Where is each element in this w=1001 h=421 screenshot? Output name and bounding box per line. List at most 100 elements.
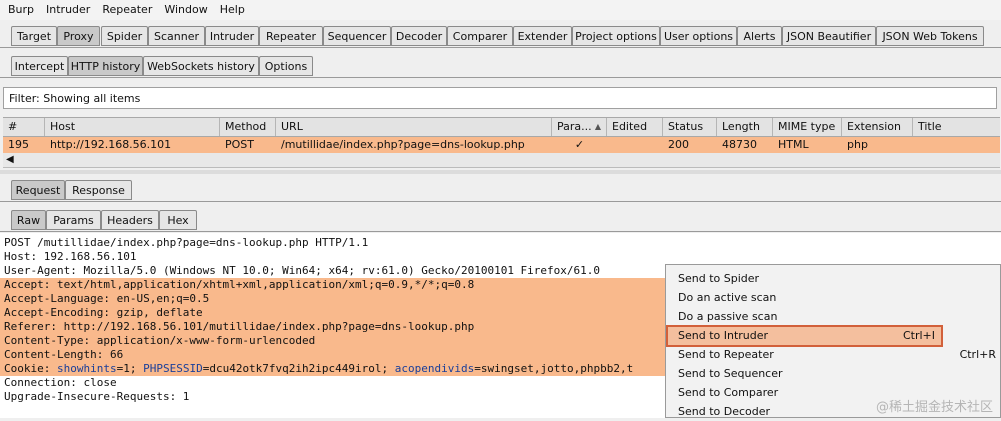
col-extension[interactable]: Extension: [842, 118, 913, 136]
tab-intruder[interactable]: Intruder: [205, 26, 259, 46]
cookie-value: =1;: [116, 362, 144, 375]
menu-help[interactable]: Help: [212, 0, 249, 16]
menu-item-label: Send to Spider: [678, 272, 760, 285]
col-host[interactable]: Host: [45, 118, 220, 136]
tab-options[interactable]: Options: [259, 56, 313, 76]
history-table-header: # Host Method URL Para... ▲ Edited Statu…: [3, 117, 1000, 137]
tab-extender[interactable]: Extender: [513, 26, 572, 46]
request-header: Accept-Language: en-US,en;q=0.5: [4, 292, 210, 305]
tab-json-web-tokens[interactable]: JSON Web Tokens: [876, 26, 984, 46]
tab-spider[interactable]: Spider: [101, 26, 148, 46]
menu-item-shortcut: Ctrl+R: [959, 348, 996, 361]
tab-request[interactable]: Request: [11, 180, 65, 200]
menu-repeater[interactable]: Repeater: [94, 0, 156, 16]
split-pane-divider[interactable]: [0, 170, 1001, 174]
cell-length: 48730: [722, 138, 757, 151]
cell-edited: [607, 137, 663, 153]
cookie-name-acopendivids: acopendivids: [394, 362, 475, 375]
col-title[interactable]: Title: [913, 118, 1000, 136]
menu-burp[interactable]: Burp: [0, 0, 38, 16]
cell-title: [913, 137, 1000, 153]
cookie-header: Cookie: showhints=1; PHPSESSID=dcu42otk7…: [4, 362, 633, 376]
cell-method: POST: [225, 138, 254, 151]
request-header: Host: 192.168.56.101: [4, 250, 137, 263]
tab-decoder[interactable]: Decoder: [391, 26, 447, 46]
menu-intruder[interactable]: Intruder: [38, 0, 94, 16]
message-tab-bar: Request Response: [0, 178, 1001, 203]
cookie-name-phpsessid: PHPSESSID: [143, 362, 203, 375]
cookie-prefix: Cookie:: [4, 362, 57, 375]
col-params[interactable]: Para... ▲: [552, 118, 607, 136]
menu-send-to-intruder[interactable]: Send to Intruder Ctrl+I: [666, 325, 943, 347]
cell-extension: php: [847, 138, 868, 151]
menu-item-label: Send to Sequencer: [678, 367, 783, 380]
menu-item-label: Send to Comparer: [678, 386, 779, 399]
view-tab-bar: Raw Params Headers Hex: [0, 208, 1001, 233]
horizontal-scrollbar[interactable]: ◀: [3, 153, 1000, 168]
filter-text: Filter: Showing all items: [9, 92, 141, 105]
cookie-value: =dcu42otk7fvq2ih2ipc449irol;: [202, 362, 395, 375]
watermark: @稀土掘金技术社区: [876, 400, 994, 415]
cell-host: http://192.168.56.101: [50, 138, 172, 151]
tab-scanner[interactable]: Scanner: [148, 26, 205, 46]
menu-do-passive-scan[interactable]: Do a passive scan: [666, 307, 1001, 326]
menu-item-shortcut: Ctrl+I: [902, 329, 935, 342]
menu-send-to-sequencer[interactable]: Send to Sequencer: [666, 364, 1001, 383]
cookie-value: =swingset,jotto,phpbb2,t: [474, 362, 634, 375]
tab-sequencer[interactable]: Sequencer: [323, 26, 391, 46]
request-line: POST /mutillidae/index.php?page=dns-look…: [4, 236, 369, 249]
tab-hex[interactable]: Hex: [159, 210, 197, 230]
sort-ascending-icon: ▲: [594, 122, 601, 131]
view-tab-border: [0, 231, 1001, 232]
menu-item-label: Do a passive scan: [678, 310, 778, 323]
cell-mime: HTML: [778, 138, 809, 151]
top-tab-bar: Target Proxy Spider Scanner Intruder Rep…: [0, 24, 1001, 49]
col-status[interactable]: Status: [663, 118, 717, 136]
tab-project-options[interactable]: Project options: [572, 26, 660, 46]
request-header: Upgrade-Insecure-Requests: 1: [4, 390, 190, 403]
filter-bar[interactable]: Filter: Showing all items: [3, 87, 997, 109]
tab-comparer[interactable]: Comparer: [447, 26, 513, 46]
col-params-label: Para...: [557, 120, 592, 133]
tab-http-history[interactable]: HTTP history: [68, 56, 143, 76]
cell-params-checkmark-icon: ✓: [574, 138, 585, 151]
menu-item-label: Do an active scan: [678, 291, 777, 304]
menu-window[interactable]: Window: [156, 0, 211, 16]
scroll-left-icon[interactable]: ◀: [6, 154, 14, 165]
menu-send-to-spider[interactable]: Send to Spider: [666, 269, 1001, 288]
request-header: Accept: text/html,application/xhtml+xml,…: [4, 278, 475, 291]
table-row[interactable]: 195 http://192.168.56.101 POST /mutillid…: [3, 137, 1000, 153]
col-length[interactable]: Length: [717, 118, 773, 136]
request-header: Content-Type: application/x-www-form-url…: [4, 334, 316, 347]
tab-intercept[interactable]: Intercept: [11, 56, 68, 76]
col-number[interactable]: #: [3, 118, 45, 136]
cell-number: 195: [8, 138, 29, 151]
tab-bar-border: [0, 47, 1001, 48]
cookie-name-showhints: showhints: [56, 362, 117, 375]
tab-target[interactable]: Target: [11, 26, 57, 46]
col-edited[interactable]: Edited: [607, 118, 663, 136]
tab-alerts[interactable]: Alerts: [737, 26, 782, 46]
col-mime-type[interactable]: MIME type: [773, 118, 842, 136]
tab-response[interactable]: Response: [65, 180, 132, 200]
tab-user-options[interactable]: User options: [660, 26, 737, 46]
menu-item-label: Send to Intruder: [678, 329, 769, 342]
request-header: Accept-Encoding: gzip, deflate: [4, 306, 203, 319]
tab-json-beautifier[interactable]: JSON Beautifier: [782, 26, 876, 46]
tab-params[interactable]: Params: [46, 210, 101, 230]
col-method[interactable]: Method: [220, 118, 276, 136]
proxy-tab-border: [0, 77, 1001, 78]
request-header: Connection: close: [4, 376, 117, 389]
tab-proxy[interactable]: Proxy: [57, 26, 100, 46]
tab-raw[interactable]: Raw: [11, 210, 46, 230]
tab-repeater[interactable]: Repeater: [259, 26, 323, 46]
menu-do-active-scan[interactable]: Do an active scan: [666, 288, 1001, 307]
tab-headers[interactable]: Headers: [101, 210, 159, 230]
tab-websockets-history[interactable]: WebSockets history: [143, 56, 259, 76]
menu-send-to-repeater[interactable]: Send to Repeater Ctrl+R: [666, 345, 1001, 364]
col-url[interactable]: URL: [276, 118, 552, 136]
request-header: Content-Length: 66: [4, 348, 124, 361]
request-header: Referer: http://192.168.56.101/mutillida…: [4, 320, 475, 333]
cell-status: 200: [668, 138, 689, 151]
cell-url: /mutillidae/index.php?page=dns-lookup.ph…: [281, 138, 525, 151]
